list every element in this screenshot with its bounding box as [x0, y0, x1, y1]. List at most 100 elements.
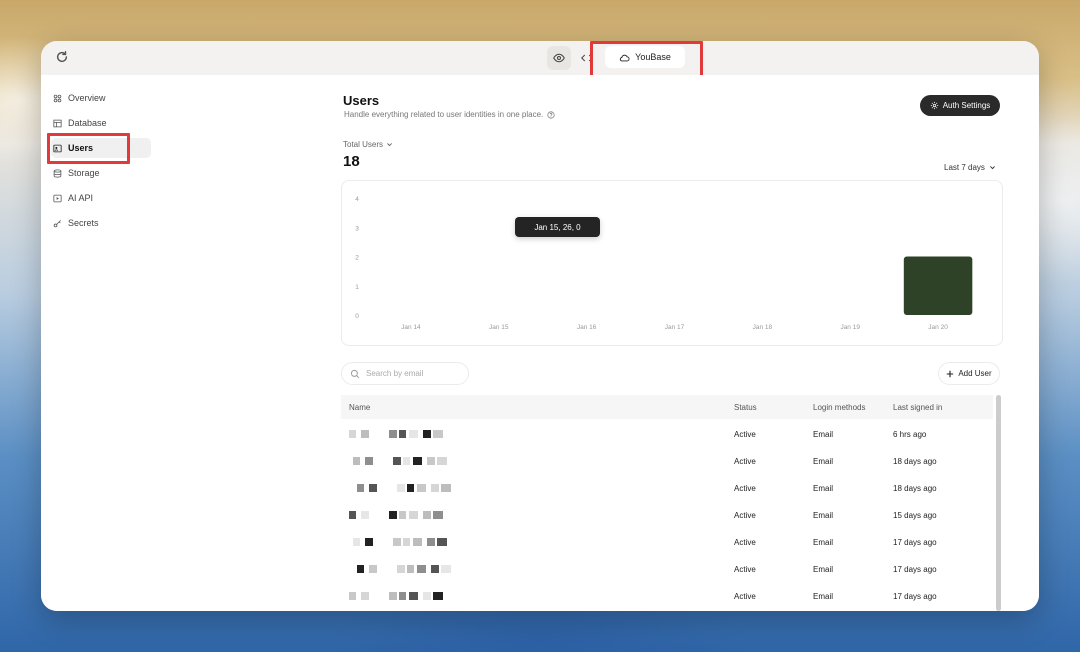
last-signed-cell: 15 days ago: [893, 511, 937, 520]
page-subtitle-text: Handle everything related to user identi…: [344, 110, 544, 119]
last-signed-cell: 18 days ago: [893, 457, 937, 466]
table-row[interactable]: Active Email 18 days ago: [341, 447, 993, 474]
chart-bar[interactable]: [903, 256, 973, 316]
table-row[interactable]: Active Email 18 days ago: [341, 474, 993, 501]
redaction-block: [423, 511, 431, 519]
redaction-block: [397, 565, 405, 573]
redaction-block: [441, 484, 451, 492]
last-signed-cell: 18 days ago: [893, 484, 937, 493]
status-cell: Active: [734, 538, 756, 547]
redaction-block: [433, 592, 443, 600]
total-users-selector[interactable]: Total Users: [343, 140, 393, 149]
auth-settings-button[interactable]: Auth Settings: [920, 95, 1000, 116]
page-title: Users: [343, 93, 380, 108]
redaction-block: [413, 538, 422, 546]
y-tick-label: 4: [355, 196, 359, 203]
table-row[interactable]: Active Email 17 days ago: [341, 528, 993, 555]
sidebar-item-ai-api[interactable]: AI API: [51, 188, 151, 208]
preview-button[interactable]: [547, 46, 571, 70]
sidebar-item-overview[interactable]: Overview: [51, 88, 151, 108]
column-header-status[interactable]: Status: [734, 403, 757, 412]
sidebar-item-database[interactable]: Database: [51, 113, 151, 133]
redaction-block: [369, 484, 377, 492]
x-tick-label: Jan 17: [665, 324, 685, 331]
redaction-block: [365, 457, 373, 465]
redaction-block: [409, 430, 418, 438]
help-icon[interactable]: [547, 110, 555, 119]
redaction-block: [423, 592, 431, 600]
column-header-name[interactable]: Name: [349, 403, 370, 412]
sidebar-item-secrets[interactable]: Secrets: [51, 213, 151, 233]
login-method-cell: Email: [813, 538, 834, 547]
search-field[interactable]: [341, 362, 469, 385]
status-cell: Active: [734, 457, 756, 466]
users-table: Name Status Login methods Last signed in…: [341, 395, 1003, 611]
gear-icon: [930, 101, 938, 110]
redaction-block: [413, 457, 422, 465]
redaction-block: [409, 592, 418, 600]
column-header-last-signed[interactable]: Last signed in: [893, 403, 942, 412]
add-user-button[interactable]: Add User: [938, 362, 1000, 385]
reload-icon[interactable]: [55, 50, 69, 64]
redaction-block: [353, 538, 360, 546]
sidebar-item-label: Storage: [68, 168, 100, 178]
login-method-cell: Email: [813, 565, 834, 574]
chart-tooltip: Jan 15, 26, 0: [515, 217, 600, 237]
redaction-block: [393, 538, 401, 546]
chart-canvas: 0 1 2 3 4 Jan 14 Jan 15 Jan 16 Jan 17 Jan 18 Jan 1…: [355, 196, 973, 331]
redaction-block: [349, 430, 356, 438]
page-subtitle: Handle everything related to user identi…: [344, 110, 555, 119]
login-method-cell: Email: [813, 592, 834, 601]
redaction-block: [389, 511, 397, 519]
redaction-block: [427, 457, 435, 465]
chevron-down-icon: [387, 143, 392, 147]
signups-chart: 0 1 2 3 4 Jan 14 Jan 15 Jan 16 Jan 17 Jan 18 Jan 1…: [341, 180, 1003, 346]
redaction-block: [431, 565, 439, 573]
sidebar-item-label: AI API: [68, 193, 94, 203]
redaction-block: [361, 592, 369, 600]
sidebar-item-label: Overview: [68, 93, 106, 103]
table-scrollbar[interactable]: [996, 395, 1001, 611]
redaction-block: [407, 565, 414, 573]
redaction-block: [431, 484, 439, 492]
key-icon: [53, 219, 61, 227]
table-row[interactable]: Active Email 17 days ago: [341, 555, 993, 582]
redaction-block: [357, 484, 364, 492]
table-row[interactable]: Active Email 17 days ago: [341, 582, 993, 609]
status-cell: Active: [734, 484, 756, 493]
x-tick-label: Jan 16: [577, 324, 597, 331]
table-row[interactable]: Active Email 6 hrs ago: [341, 420, 993, 447]
app-window: YouBase Overview Database Users Storage: [41, 41, 1039, 611]
sidebar-item-label: Secrets: [68, 218, 99, 228]
sidebar-item-storage[interactable]: Storage: [51, 163, 151, 183]
redaction-block: [349, 592, 356, 600]
redaction-block: [397, 484, 405, 492]
redaction-block: [403, 457, 410, 465]
chevron-down-icon: [989, 166, 995, 170]
last-signed-cell: 17 days ago: [893, 565, 937, 574]
y-tick-label: 2: [355, 255, 359, 262]
x-tick-label: Jan 15: [489, 324, 509, 331]
table-row[interactable]: Active Email 15 days ago: [341, 501, 993, 528]
eye-icon: [553, 53, 565, 63]
redaction-block: [417, 484, 426, 492]
search-icon: [350, 369, 360, 378]
overview-icon: [53, 94, 62, 102]
total-users-count: 18: [343, 153, 360, 170]
redaction-block: [409, 511, 418, 519]
column-header-login[interactable]: Login methods: [813, 403, 865, 412]
redaction-block: [437, 457, 447, 465]
redaction-block: [437, 538, 447, 546]
redaction-block: [399, 511, 406, 519]
login-method-cell: Email: [813, 430, 834, 439]
redaction-block: [389, 592, 397, 600]
redaction-block: [407, 484, 414, 492]
sidebar: Overview Database Users Storage AI API S…: [41, 75, 161, 611]
search-input[interactable]: [366, 369, 462, 378]
y-tick-label: 1: [355, 284, 359, 291]
date-range-select[interactable]: Last 7 days: [944, 163, 996, 172]
login-method-cell: Email: [813, 457, 834, 466]
redaction-block: [361, 430, 369, 438]
status-cell: Active: [734, 592, 756, 601]
redaction-block: [365, 538, 373, 546]
